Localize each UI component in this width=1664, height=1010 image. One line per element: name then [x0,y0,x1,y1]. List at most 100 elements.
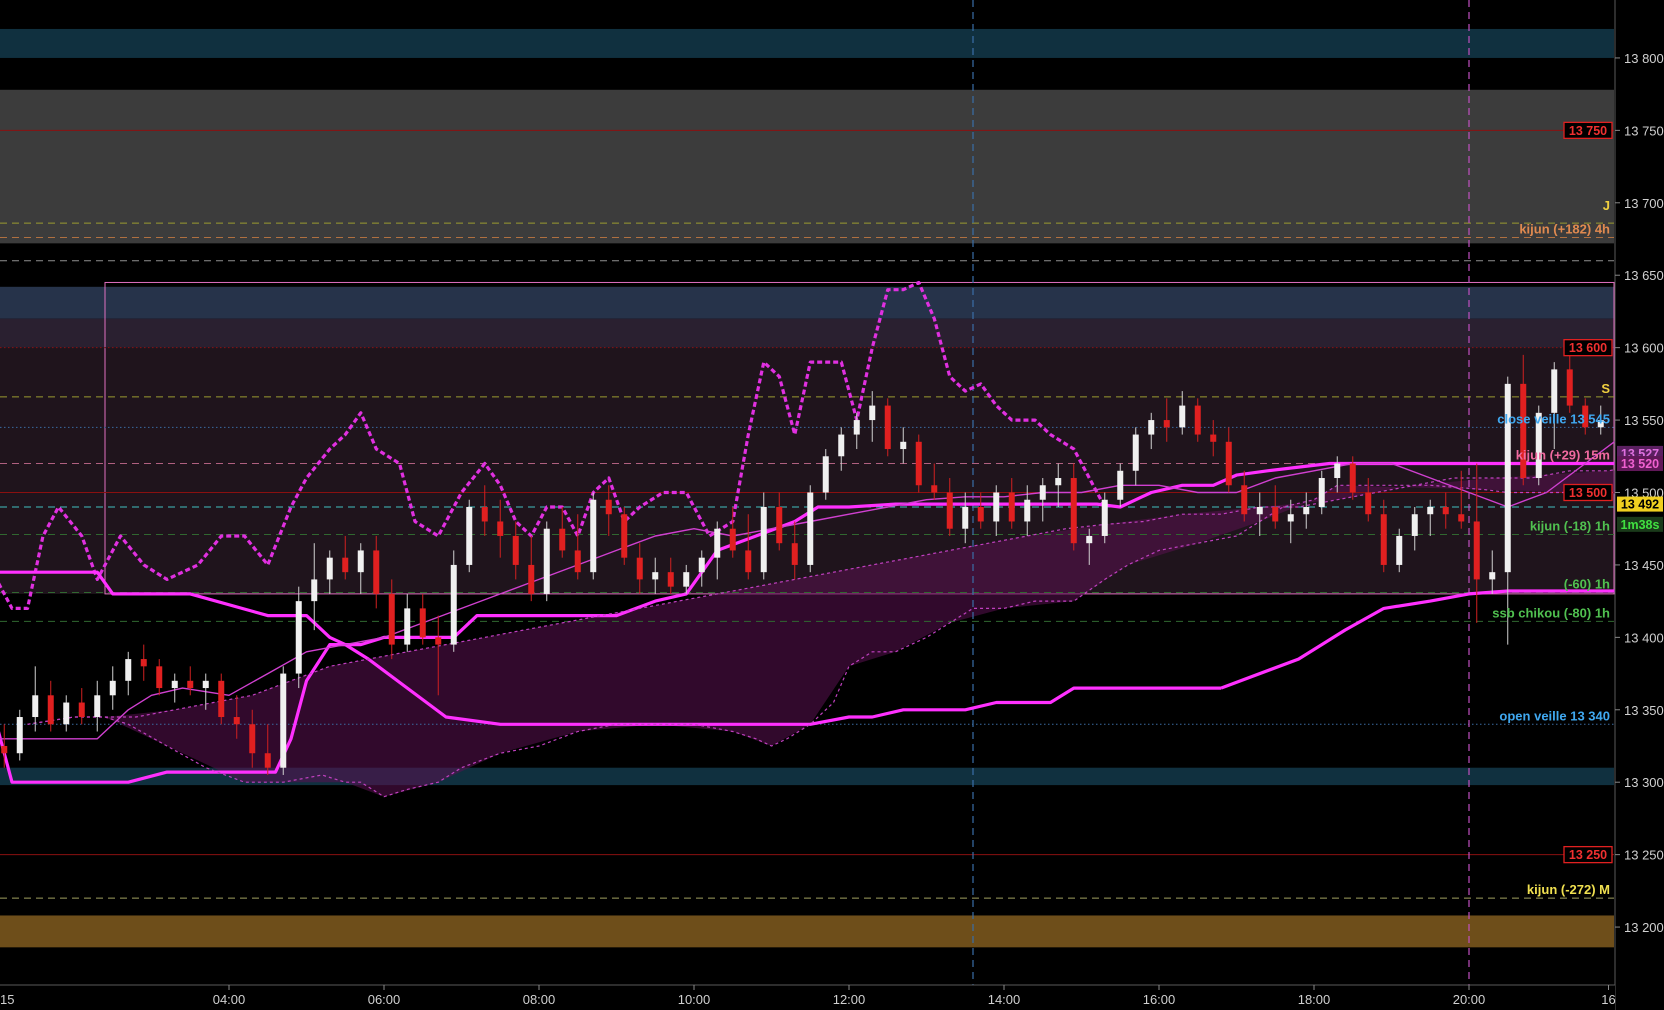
candle-body [311,579,318,602]
candle-body [249,724,256,754]
candle-body [373,550,380,594]
candle-body [125,659,132,681]
y-tick-label: 13 300 [1624,775,1664,790]
candle-body [140,659,147,667]
candle-body [683,572,690,587]
level-box-label: 13 250 [1569,848,1607,862]
candle-body [450,564,457,645]
candle-body [218,680,225,718]
candle-body [1086,535,1093,544]
y-tick-label: 13 800 [1624,51,1664,66]
candle-body [1194,405,1201,435]
candle-body [1024,499,1031,522]
candle-body [1473,521,1480,580]
candle-body [1179,405,1186,428]
candle-body [962,506,969,529]
y-tick-label: 13 400 [1624,630,1664,645]
candle-body [1396,535,1403,565]
candle-body [993,492,1000,522]
candle-body [63,702,70,725]
level-label: kijun (+29) 15m [1516,448,1610,463]
candle-body [884,405,891,450]
candle-body [1225,441,1232,486]
y-tick-label: 13 200 [1624,920,1664,935]
candle-body [1551,369,1558,413]
x-tick-label: 15 [0,992,14,1007]
candle-body [202,680,209,689]
candle-body [1365,492,1372,515]
y-tick-label: 13 550 [1624,413,1664,428]
candle-body [900,441,907,450]
candle-body [1272,506,1279,522]
price-chart[interactable]: 13 200 13 250 13 300 13 350 13 400 13 450 13 5… [0,0,1664,1010]
candle-body [1303,506,1310,515]
candle-body [590,499,597,573]
candle-body [109,680,116,696]
candle-body [667,572,674,587]
candle-body [1070,478,1077,544]
level-box-label: 13 750 [1569,124,1607,138]
zone-band [0,318,1614,348]
candle-body [1256,506,1263,515]
candle-body [1489,572,1496,580]
price-tag-label: 1m38s [1621,518,1660,532]
candle-body [295,601,302,674]
candle-body [280,673,287,768]
candle-body [528,564,535,594]
candle-body [946,492,953,529]
candle-body [869,405,876,421]
candle-body [543,528,550,594]
price-tag-label: 13 492 [1621,498,1659,512]
candle-body [171,680,178,689]
y-tick-label: 13 750 [1624,123,1664,138]
x-tick-label: 14:00 [988,992,1021,1007]
level-label: (-60) 1h [1564,576,1610,591]
candle-body [94,695,101,718]
candle-body [1132,434,1139,471]
candle-body [388,593,395,645]
level-box-label: 13 600 [1569,341,1607,355]
candle-body [1349,463,1356,493]
zone-band [0,915,1614,948]
candle-body [745,550,752,573]
candle-body [729,528,736,551]
candle-body [481,506,488,522]
candle-body [1117,470,1124,500]
candle-body [419,608,426,638]
candle-body [1411,514,1418,536]
candle-body [1163,420,1170,428]
candle-body [156,666,163,689]
candle-body [187,680,194,689]
x-tick-label: 18:00 [1298,992,1331,1007]
level-label: S [1601,381,1610,396]
candle-body [838,434,845,457]
x-tick-label: 12:00 [833,992,866,1007]
y-tick-label: 13 250 [1624,848,1664,863]
candle-body [78,702,85,718]
candle-body [915,441,922,486]
y-tick-label: 13 650 [1624,268,1664,283]
y-tick-label: 13 450 [1624,558,1664,573]
candle-body [342,557,349,573]
candle-body [931,485,938,493]
candle-body [1241,485,1248,515]
candle-body [264,753,271,768]
candle-body [822,456,829,493]
candle-body [326,557,333,580]
candle-body [1148,420,1155,435]
candle-body [1287,514,1294,522]
candle-body [233,717,240,725]
x-tick-label: 16:00 [1143,992,1176,1007]
candle-body [512,535,519,565]
x-tick-label: 10:00 [678,992,711,1007]
level-label: ssb chikou (-80) 1h [1492,605,1610,620]
level-label: close veille 13 545 [1497,411,1610,426]
candle-body [466,506,473,565]
candle-body [404,608,411,645]
candle-body [47,695,54,725]
candle-body [1427,506,1434,515]
candle-body [652,572,659,580]
candle-body [16,717,23,754]
level-label: kijun (-272) M [1527,882,1610,897]
price-tag-label: 13 520 [1621,457,1659,471]
